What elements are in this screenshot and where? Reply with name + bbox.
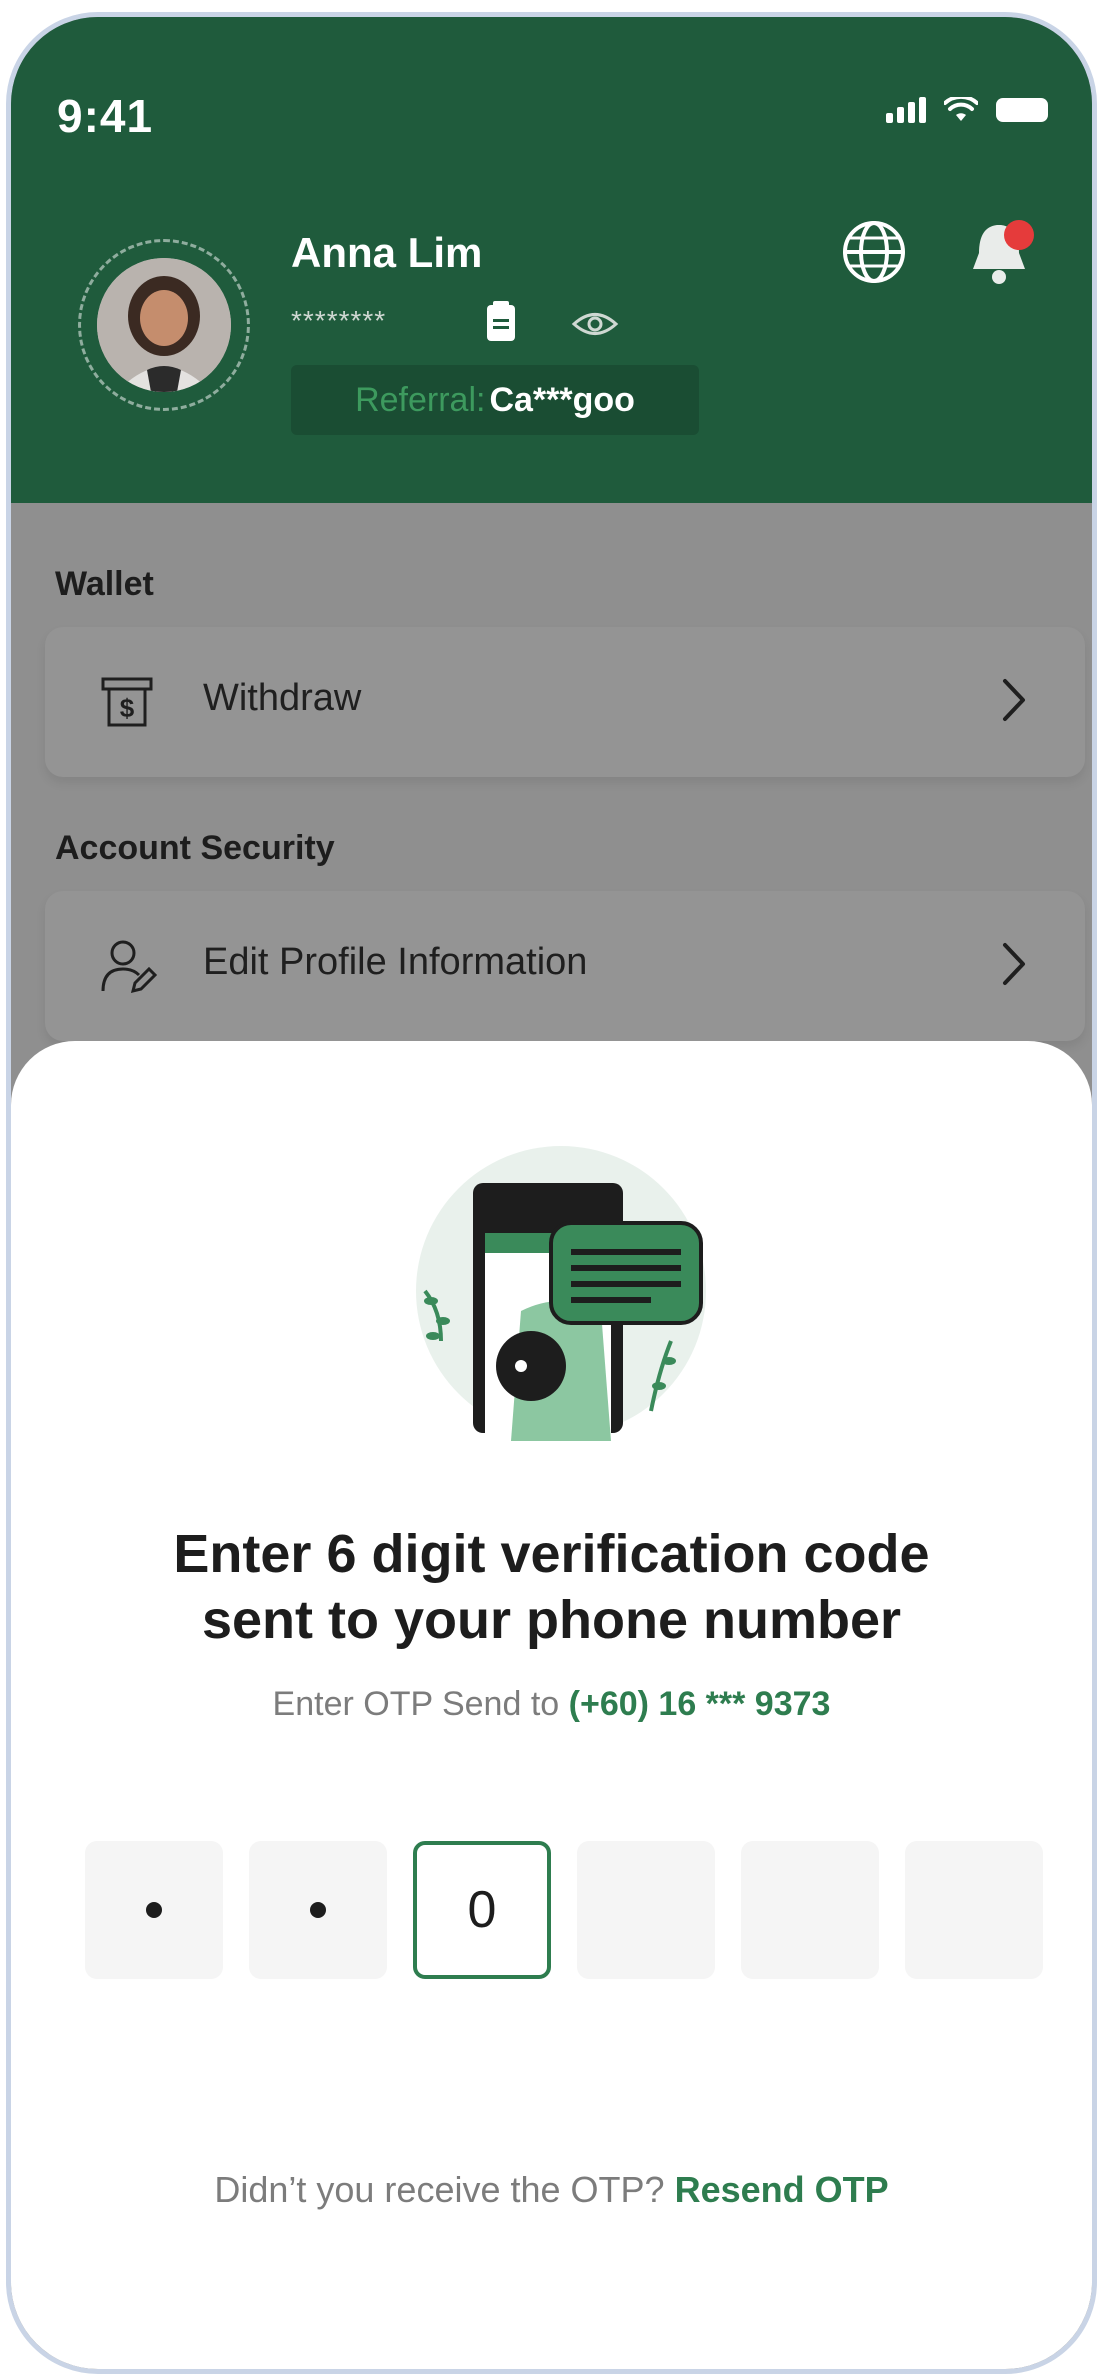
otp-input-row: 0 [85,1841,1045,1981]
otp-title: Enter 6 digit verification code sent to … [11,1521,1092,1653]
status-icons [886,97,1048,123]
avatar-ring[interactable] [78,239,250,411]
battery-icon [996,98,1048,122]
referral-badge[interactable]: Referral: Ca***goo [291,365,699,435]
device-frame: 9:41 Anna Lim ******** Referral: Ca***go… [6,12,1097,2374]
otp-digit-2[interactable] [249,1841,387,1979]
profile-header: 9:41 Anna Lim ******** Referral: Ca***go… [11,17,1092,503]
section-title-wallet: Wallet [55,565,154,603]
referral-code: Ca***goo [489,380,635,419]
otp-title-line-2: sent to your phone number [201,1590,902,1650]
referral-label: Referral: [355,380,486,419]
otp-subtitle-prefix: Enter OTP Send to [272,1685,560,1723]
chevron-right-icon [1003,679,1025,721]
screen: 9:41 Anna Lim ******** Referral: Ca***go… [11,17,1092,2369]
masked-account-id: ******** [291,305,387,336]
otp-digit-6[interactable] [905,1841,1043,1979]
wifi-icon [944,97,978,121]
avatar-photo [97,258,231,392]
resend-otp-row: Didn’t you receive the OTP? Resend OTP [11,2169,1092,2211]
menu-item-edit-profile[interactable]: Edit Profile Information [45,891,1085,1041]
status-time: 9:41 [57,90,154,142]
edit-user-icon [101,940,158,994]
copy-icon[interactable] [481,299,521,345]
otp-masked-dot [310,1902,326,1918]
otp-digit-3[interactable]: 0 [413,1841,551,1979]
otp-masked-dot [146,1902,162,1918]
signal-icon [886,97,926,123]
otp-digit-1[interactable] [85,1841,223,1979]
resend-otp-link[interactable]: Resend OTP [675,2169,889,2210]
otp-title-line-1: Enter 6 digit verification code [173,1524,930,1584]
menu-item-withdraw[interactable]: $ Withdraw [45,627,1085,777]
globe-icon[interactable] [841,219,907,285]
otp-digit-5[interactable] [741,1841,879,1979]
menu-label: Edit Profile Information [203,941,588,983]
svg-text:$: $ [120,693,135,723]
menu-label: Withdraw [203,677,362,719]
atm-cash-icon: $ [101,677,153,727]
otp-subtitle: Enter OTP Send to (+60) 16 *** 9373 [11,1685,1092,1724]
avatar [97,258,231,392]
bell-notification-icon[interactable] [967,213,1039,291]
otp-digit-4[interactable] [577,1841,715,1979]
user-name: Anna Lim [291,229,483,276]
chevron-right-icon [1003,943,1025,985]
eye-icon[interactable] [571,309,619,339]
otp-illustration [411,1141,711,1441]
otp-bottom-sheet: Enter 6 digit verification code sent to … [11,1041,1092,2369]
section-title-account-security: Account Security [55,829,335,867]
otp-phone-number: (+60) 16 *** 9373 [568,1685,831,1723]
resend-prompt: Didn’t you receive the OTP? [214,2169,665,2210]
